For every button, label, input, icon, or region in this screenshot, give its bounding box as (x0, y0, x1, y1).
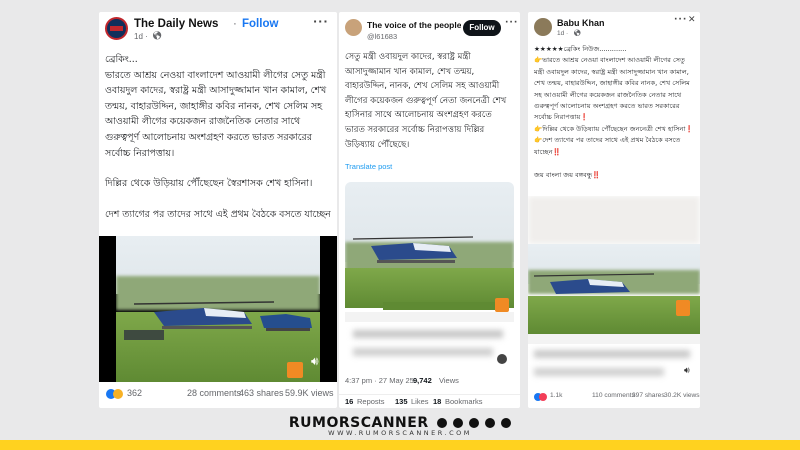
post-text-line: ব্রেকিং... (105, 54, 138, 65)
reaction-count[interactable]: 362 (127, 388, 142, 398)
share-count[interactable]: 397 shares (632, 392, 665, 399)
page-avatar[interactable] (105, 17, 128, 40)
instagram-icon (485, 418, 495, 428)
reposts-label: Reposts (357, 397, 385, 406)
globe-icon: 🌎︎ (573, 30, 582, 37)
source-credits (345, 312, 514, 322)
post-text-line: দিল্লির থেকে উড়িয়ায় পৌঁছেছেন স্বৈরশাস… (105, 178, 313, 190)
blurred-comment (534, 368, 664, 376)
post-text-line: দেশ ত্যাগের পর তাদের সাথে এই প্রথম বৈঠকে… (105, 208, 331, 220)
x-post-voice-of-people: The voice of the people o... @l61683 Fol… (339, 12, 520, 408)
fullscreen-icon[interactable] (497, 354, 507, 364)
twitter-icon (468, 418, 479, 428)
volume-icon[interactable]: 🔊︎ (684, 366, 690, 376)
likes-count[interactable]: 135 (395, 397, 408, 406)
volume-icon[interactable]: 🔊︎ (311, 354, 319, 369)
brand-accent-bar (0, 440, 800, 450)
comment-count[interactable]: 28 comments (187, 388, 241, 398)
post-video[interactable]: 🔊︎ (528, 196, 700, 384)
helicopter-image (534, 273, 654, 294)
view-count: 30.2K views (664, 392, 700, 399)
timestamp[interactable]: 4:37 pm · 27 May 25 · (345, 376, 418, 385)
blurred-banner (528, 196, 700, 244)
helicopter-image (260, 314, 312, 331)
post-text: ★★★★★ব্রেকিং নিউজ............. 👉ভারতে আশ… (534, 44, 696, 181)
reaction-count[interactable]: 1.1k (550, 392, 562, 399)
post-text-line: 👉দেশ ত্যাগের পর তাদের সাথে এই প্রথম বৈঠক… (534, 136, 681, 156)
post-engagement: 16 Reposts 135 Likes 18 Bookmarks (339, 394, 520, 406)
separator-dot: · (233, 18, 237, 30)
post-time: 1d · (557, 30, 569, 37)
bookmarks-count[interactable]: 18 (433, 397, 441, 406)
blurred-comment (353, 348, 493, 356)
post-text: সেতু মন্ত্রী ওবায়দুল কাদের, স্বরাষ্ট্র … (345, 52, 507, 150)
post-text-line: 👉ভারতে আশ্রয় নেওয়া বাংলাদেশ আওয়ামী লী… (534, 56, 690, 122)
facebook-post-daily-news: The Daily News · Follow 1d · 🌎︎ ··· ব্রে… (99, 12, 337, 408)
post-time: 1d · (134, 32, 148, 41)
ground-strip (383, 302, 503, 310)
blurred-comment (353, 330, 503, 338)
brand-url: WWW.RUMORSCANNER.COM (328, 429, 472, 437)
blurred-comment (534, 350, 690, 358)
tiktok-icon (501, 418, 512, 428)
display-name[interactable]: The voice of the people o... (367, 20, 461, 30)
follow-button[interactable]: Follow (463, 20, 501, 36)
love-reaction-icon (539, 393, 547, 401)
more-dots-icon[interactable]: ··· (674, 15, 687, 25)
translate-link[interactable]: Translate post (345, 162, 392, 171)
view-count: 59.9K views (285, 388, 334, 398)
more-dots-icon[interactable]: ··· (505, 18, 518, 28)
close-icon[interactable]: ✕ (688, 15, 697, 25)
reposts-count[interactable]: 16 (345, 397, 353, 406)
post-text-line: জয় বাংলা জয় বঙ্গবন্ধু‼️ (534, 171, 601, 180)
facebook-post-babu-khan: Babu Khan 1d · 🌎︎ ··· ✕ ★★★★★ব্রেকিং নিউ… (528, 12, 700, 408)
user-name[interactable]: Babu Khan (557, 18, 605, 28)
user-avatar[interactable] (534, 18, 552, 36)
views-count: 9,742 (413, 376, 432, 385)
video-frame (528, 244, 700, 334)
follow-link[interactable]: Follow (242, 18, 278, 30)
post-header: The voice of the people o... @l61683 Fol… (339, 12, 520, 42)
channel-watermark (287, 362, 303, 378)
user-avatar[interactable] (345, 19, 362, 36)
post-header: Babu Khan 1d · 🌎︎ ··· ✕ (528, 12, 700, 42)
page-name[interactable]: The Daily News (134, 18, 218, 30)
globe-icon: 🌎︎ (152, 31, 163, 40)
likes-label: Likes (411, 397, 429, 406)
helicopter-image (353, 236, 473, 263)
post-header: The Daily News · Follow 1d · 🌎︎ ··· (99, 12, 337, 42)
post-text: ব্রেকিং... ভারতে আশ্রয় নেওয়া বাংলাদেশ … (105, 52, 331, 222)
youtube-icon (452, 418, 463, 428)
post-video[interactable]: 🔊︎ (99, 236, 337, 382)
video-frame (116, 236, 320, 382)
post-media[interactable] (345, 182, 514, 370)
source-credits (528, 334, 700, 344)
post-text-line: ভারতে আশ্রয় নেওয়া বাংলাদেশ আওয়ামী লীগ… (105, 69, 327, 159)
comment-count[interactable]: 110 comments (592, 392, 635, 399)
channel-watermark (495, 298, 509, 312)
user-handle[interactable]: @l61683 (367, 32, 397, 41)
channel-watermark (676, 300, 690, 316)
views-label: Views (439, 376, 459, 385)
post-text-line: 👉দিল্লির থেকে উড়িষ্যায় পৌঁছেছেন জননেত্… (534, 124, 694, 133)
facebook-icon (436, 418, 447, 428)
post-text-line: ★★★★★ব্রেকিং নিউজ............. (534, 45, 627, 53)
share-count[interactable]: 463 shares (239, 388, 284, 398)
more-dots-icon[interactable]: ··· (313, 15, 329, 28)
bookmarks-label: Bookmarks (445, 397, 483, 406)
vehicle (124, 330, 164, 340)
haha-reaction-icon (113, 389, 123, 399)
post-stats: 362 28 comments 463 shares 59.9K views (99, 388, 337, 404)
